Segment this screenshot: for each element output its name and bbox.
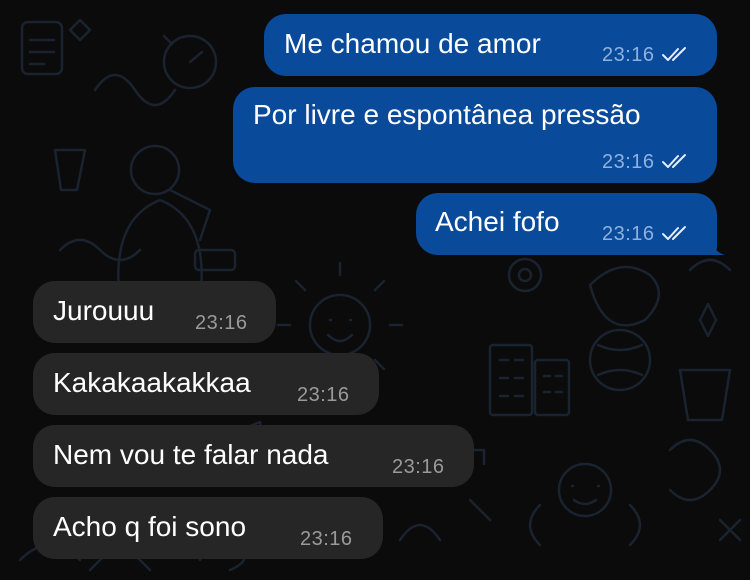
incoming-message[interactable]: Acho q foi sono 23:16	[33, 497, 383, 559]
double-check-read-icon	[661, 154, 686, 168]
outgoing-message[interactable]: Por livre e espontânea pressão 23:16	[233, 87, 717, 183]
message-list: Me chamou de amor 23:16 Por livre e espo…	[0, 0, 750, 580]
incoming-message[interactable]: Kakakaakakkaa 23:16	[33, 353, 379, 415]
message-text: Nem vou te falar nada	[53, 439, 329, 470]
message-text: Jurouuu	[53, 295, 155, 326]
double-check-read-icon	[661, 47, 686, 61]
message-text: Me chamou de amor	[284, 28, 541, 59]
message-time: 23:16	[602, 151, 655, 173]
message-time: 23:16	[392, 456, 445, 478]
message-time: 23:16	[602, 44, 655, 66]
incoming-message[interactable]: Jurouuu 23:16	[33, 281, 276, 343]
outgoing-message[interactable]: Achei fofo 23:16	[416, 193, 725, 255]
bubble-tail	[703, 233, 725, 255]
message-text: Acho q foi sono	[53, 511, 247, 542]
message-text: Por livre e espontânea pressão	[253, 99, 641, 130]
message-time: 23:16	[300, 528, 353, 550]
message-time: 23:16	[602, 223, 655, 245]
incoming-message[interactable]: Nem vou te falar nada 23:16	[33, 425, 474, 487]
message-text: Achei fofo	[435, 206, 560, 237]
message-time: 23:16	[297, 384, 350, 406]
message-time: 23:16	[195, 312, 248, 334]
outgoing-message[interactable]: Me chamou de amor 23:16	[264, 14, 717, 76]
message-text: Kakakaakakkaa	[53, 367, 251, 398]
double-check-read-icon	[661, 226, 686, 240]
